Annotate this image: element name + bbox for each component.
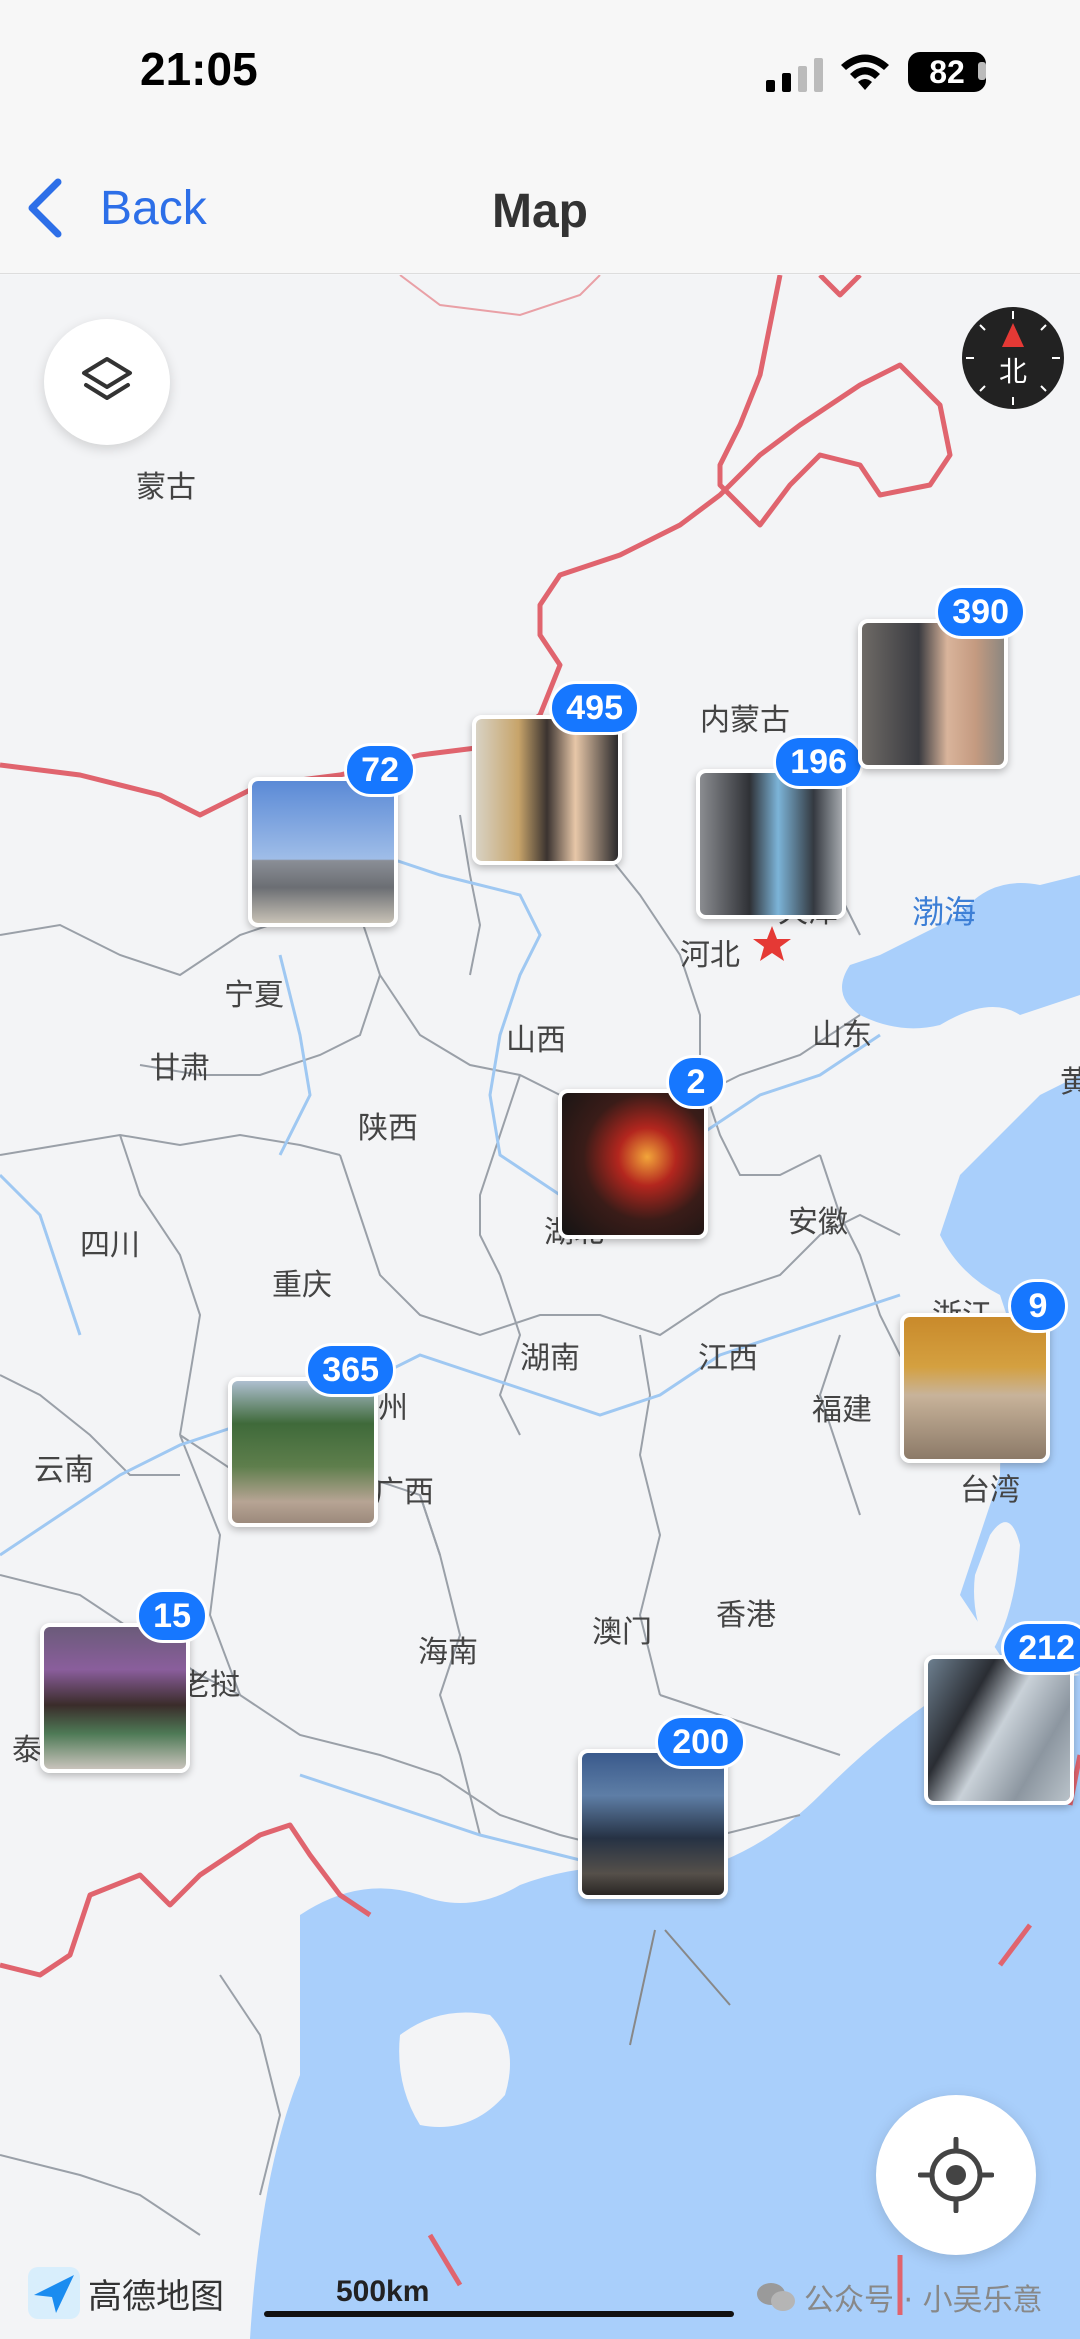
label-yunnan: 云南 — [34, 1453, 94, 1488]
label-shaanxi: 陕西 — [358, 1111, 418, 1146]
photo-cluster[interactable]: 495 — [472, 681, 640, 865]
battery-indicator: 82 — [908, 52, 986, 92]
photo-thumbnail — [562, 1093, 704, 1235]
label-gansu: 甘肃 — [150, 1051, 210, 1086]
photo-cluster[interactable]: 72 — [248, 743, 416, 927]
label-hunan: 湖南 — [520, 1341, 580, 1376]
photo-cluster[interactable]: 390 — [858, 585, 1026, 769]
map-view[interactable]: 蒙古 内蒙古 天津 渤海 河北 宁夏 山西 山东 甘肃 陕西 河南 黄 四川 湖… — [0, 275, 1080, 2339]
page-title: Map — [492, 185, 588, 238]
wifi-icon — [841, 54, 889, 90]
crosshair-icon — [918, 2137, 994, 2213]
mongolia-border-top — [399, 275, 601, 317]
photo-thumbnail — [862, 623, 1004, 765]
yangtze-river — [0, 1293, 901, 1557]
compass-north-label: 北 — [999, 355, 1027, 388]
photo-cluster[interactable]: 15 — [40, 1589, 208, 1773]
photo-count-badge: 196 — [773, 735, 864, 789]
amap-logo-icon — [28, 2267, 80, 2319]
photo-thumbnail — [700, 773, 842, 915]
compass-icon: 北 — [962, 307, 1064, 409]
label-hongkong: 香港 — [716, 1598, 776, 1633]
scale-bar — [264, 2311, 734, 2317]
photo-count-badge: 390 — [935, 585, 1026, 639]
label-hebei: 河北 — [680, 938, 740, 973]
navigation-bar: Back Map — [0, 140, 1080, 274]
label-fujian: 福建 — [812, 1393, 872, 1428]
upper-yellow — [278, 954, 312, 1156]
label-taiwan: 台湾 — [960, 1473, 1020, 1508]
scale-label: 500km — [336, 2275, 430, 2308]
photo-cluster[interactable]: 200 — [578, 1715, 746, 1899]
photo-count-badge: 72 — [344, 743, 416, 797]
label-shanxi: 山西 — [506, 1023, 566, 1058]
photo-thumbnail — [928, 1659, 1070, 1801]
label-mongolia: 蒙古 — [136, 470, 196, 505]
photo-thumbnail — [44, 1627, 186, 1769]
label-bohai: 渤海 — [912, 893, 977, 931]
photo-count-badge: 200 — [655, 1715, 746, 1769]
label-hainan: 海南 — [418, 1635, 478, 1670]
photo-cluster[interactable]: 9 — [900, 1279, 1068, 1463]
label-huang: 黄 — [1060, 1065, 1080, 1100]
label-chongqing: 重庆 — [272, 1268, 332, 1303]
photo-cluster[interactable]: 2 — [558, 1055, 726, 1239]
label-ningxia: 宁夏 — [224, 978, 284, 1013]
cellular-signal-icon — [766, 58, 823, 92]
status-bar: 21:05 82 — [0, 0, 1080, 140]
photo-cluster[interactable]: 196 — [696, 735, 864, 919]
label-guangxi: 广西 — [374, 1475, 434, 1510]
photo-count-badge: 15 — [136, 1589, 208, 1643]
photo-thumbnail — [252, 781, 394, 923]
label-sichuan: 四川 — [80, 1228, 140, 1263]
layers-icon — [82, 357, 132, 400]
capital-star-icon — [753, 926, 791, 961]
photo-count-badge: 9 — [1008, 1279, 1068, 1333]
map-base — [0, 275, 1080, 2339]
photo-cluster[interactable]: 365 — [228, 1343, 396, 1527]
photo-cluster[interactable]: 212 — [924, 1621, 1080, 1805]
western-river — [0, 1173, 82, 1336]
amap-logo: 高德地图 — [26, 2265, 224, 2321]
photo-count-badge: 495 — [549, 681, 640, 735]
watermark-text: 公众号 · 小吴乐意 — [804, 2283, 1043, 2318]
battery-cap — [978, 62, 986, 80]
photo-count-badge: 365 — [305, 1343, 396, 1397]
photo-thumbnail — [232, 1381, 374, 1523]
label-macau: 澳门 — [592, 1615, 652, 1650]
map-layers-button[interactable] — [44, 319, 170, 445]
northeast-border — [818, 275, 862, 298]
status-time: 21:05 — [140, 43, 258, 95]
watermark: 公众号 · 小吴乐意 — [756, 2275, 1043, 2319]
photo-count-badge: 2 — [666, 1055, 726, 1109]
locate-me-button[interactable] — [876, 2095, 1036, 2255]
photo-count-badge: 212 — [1001, 1621, 1080, 1675]
label-anhui: 安徽 — [788, 1205, 848, 1240]
amap-logo-text: 高德地图 — [88, 2276, 224, 2317]
photo-thumbnail — [582, 1753, 724, 1895]
label-jiangxi: 江西 — [698, 1341, 758, 1376]
label-shandong: 山东 — [812, 1018, 872, 1053]
photo-thumbnail — [904, 1317, 1046, 1459]
label-inner-mongolia: 内蒙古 — [700, 703, 790, 738]
wechat-icon — [757, 2283, 795, 2311]
photo-thumbnail — [476, 719, 618, 861]
compass-button[interactable]: 北 — [960, 305, 1066, 411]
